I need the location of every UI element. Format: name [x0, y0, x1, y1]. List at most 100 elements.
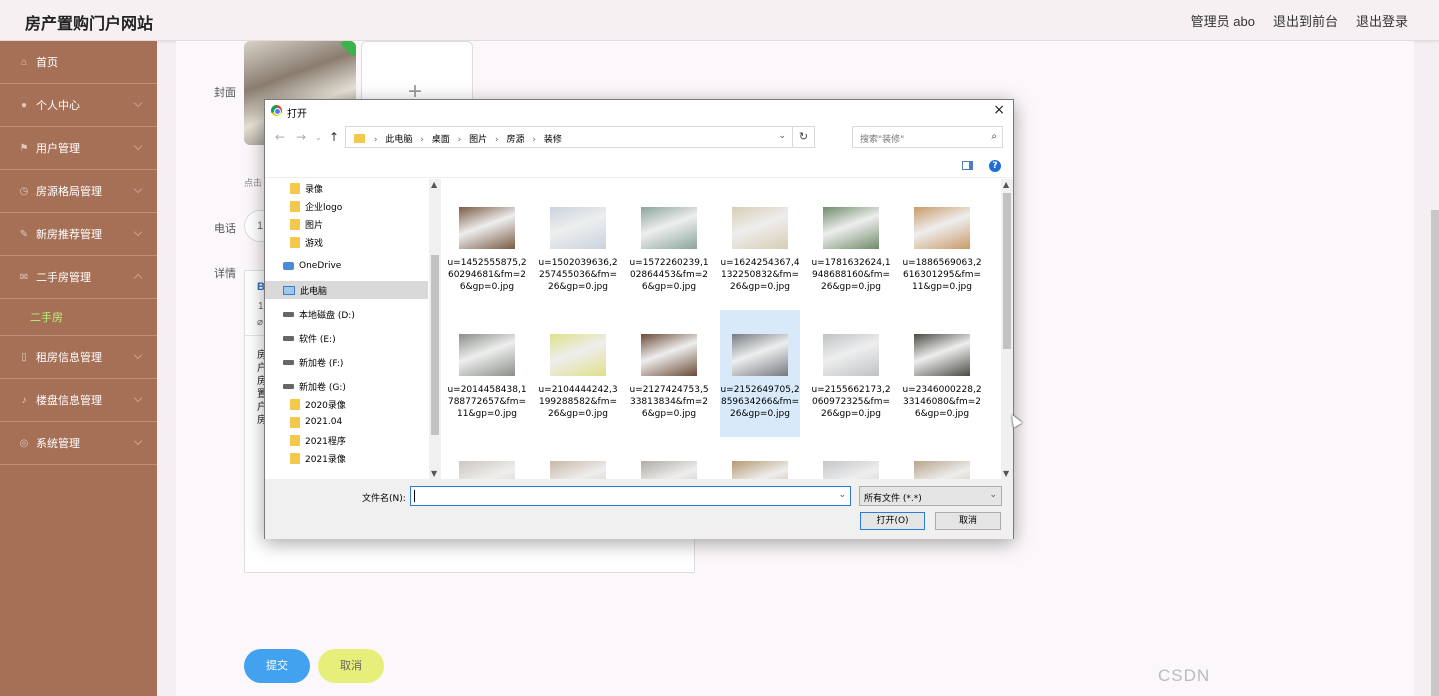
folder-tree: 录像 企业logo 图片 游戏 OneDrive 此电脑本地磁盘 (D:) 软件 (E:) 新… — [265, 179, 441, 479]
refresh-icon[interactable]: ↻ — [792, 127, 814, 147]
link-icon[interactable]: ⌀ — [257, 317, 263, 328]
page-scrollbar[interactable] — [1431, 210, 1439, 696]
scroll-thumb[interactable] — [1003, 193, 1011, 349]
tree-item[interactable]: OneDrive — [265, 257, 428, 275]
chrome-icon — [271, 105, 282, 116]
edit-icon: ✎ — [19, 228, 29, 240]
tree-item[interactable]: 软件 (E:) — [265, 329, 428, 347]
file-open-dialog: 打开 × ← → ⌄ ↑ › 此电脑 › 桌面 › 图片 › 房源 › 装修 ⌄… — [264, 99, 1023, 539]
to-frontend-link[interactable]: 退出到前台 — [1273, 11, 1338, 30]
file-tile[interactable]: u=2155662173,2060972325&fm=26&gp=0.jpg — [811, 310, 891, 437]
breadcrumb-item[interactable]: 房源 — [506, 135, 524, 145]
grid-scrollbar[interactable]: ▲ ▼ — [1001, 179, 1013, 479]
tree-item[interactable]: 2021程序 — [265, 431, 428, 449]
tree-item[interactable]: 本地磁盘 (D:) — [265, 305, 428, 323]
tree-item-label: 此电脑 — [300, 286, 328, 297]
tree-item[interactable]: 录像 — [265, 179, 428, 197]
sidebar-item-home[interactable]: ⌂ 首页 — [0, 41, 157, 84]
tree-item[interactable]: 新加卷 (G:) — [265, 377, 428, 395]
help-icon[interactable]: ? — [989, 160, 1001, 172]
sidebar-item-profile[interactable]: ● 个人中心 — [0, 84, 157, 127]
chevron-down-icon[interactable]: ⌄ — [315, 133, 322, 142]
filename-input[interactable]: ⌄ — [410, 486, 851, 506]
search-input[interactable]: 搜索"装修" ⌕ — [852, 126, 1003, 148]
dialog-titlebar[interactable]: 打开 × — [265, 100, 1013, 122]
file-thumbnail — [732, 207, 788, 249]
dialog-footer: 文件名(N): ⌄ 所有文件 (*.*) ⌄ 打开(O) 取消 — [265, 479, 1013, 539]
drive-icon — [283, 311, 294, 317]
file-tile[interactable] — [720, 437, 800, 479]
submit-button[interactable]: 提交 — [244, 649, 310, 683]
file-tile[interactable]: u=1572260239,102864453&fm=26&gp=0.jpg — [629, 183, 709, 310]
sidebar-item-estates[interactable]: ♪ 楼盘信息管理 — [0, 379, 157, 422]
chevron-down-icon — [133, 98, 143, 108]
file-tile[interactable]: u=2346000228,233146080&fm=26&gp=0.jpg — [902, 310, 982, 437]
tree-item[interactable]: 图片 — [265, 215, 428, 233]
breadcrumb-separator-icon: › — [373, 135, 378, 145]
file-tile[interactable] — [447, 437, 527, 479]
phone-icon: ▯ — [21, 351, 27, 363]
file-tile[interactable]: u=2104444242,3199288582&fm=26&gp=0.jpg — [538, 310, 618, 437]
preview-pane-icon[interactable] — [962, 161, 973, 170]
tree-item-label: OneDrive — [299, 261, 342, 271]
breadcrumb-item[interactable]: 装修 — [544, 135, 562, 145]
tree-item[interactable]: 2021录像 — [265, 449, 428, 467]
address-bar[interactable]: › 此电脑 › 桌面 › 图片 › 房源 › 装修 ⌄ ↻ — [345, 126, 815, 148]
file-tile[interactable]: u=2152649705,2859634266&fm=26&gp=0.jpg — [720, 310, 800, 437]
sidebar-item-users[interactable]: ⚑ 用户管理 — [0, 127, 157, 170]
open-button[interactable]: 打开(O) — [860, 512, 925, 530]
clock-icon: ◷ — [19, 185, 29, 197]
breadcrumb-item[interactable]: 桌面 — [432, 135, 450, 145]
tree-item[interactable]: 游戏 — [265, 233, 428, 251]
scroll-thumb[interactable] — [431, 255, 439, 435]
chevron-up-icon[interactable]: ▲ — [1003, 180, 1009, 189]
file-name: u=1502039636,2257455036&fm=26&gp=0.jpg — [538, 258, 618, 292]
file-tile[interactable] — [902, 437, 982, 479]
file-tile[interactable]: u=1502039636,2257455036&fm=26&gp=0.jpg — [538, 183, 618, 310]
tree-item[interactable]: 企业logo — [265, 197, 428, 215]
breadcrumb-item[interactable]: 图片 — [469, 135, 487, 145]
chevron-down-icon: ⌄ — [989, 490, 997, 500]
file-tile[interactable] — [811, 437, 891, 479]
file-tile[interactable]: u=2014458438,1788772657&fm=11&gp=0.jpg — [447, 310, 527, 437]
file-thumbnail — [914, 207, 970, 249]
file-tile[interactable]: u=1624254367,4132250832&fm=26&gp=0.jpg — [720, 183, 800, 310]
dialog-cancel-button[interactable]: 取消 — [935, 512, 1001, 530]
breadcrumb-item[interactable]: 此电脑 — [385, 135, 412, 145]
chevron-down-icon[interactable]: ▼ — [431, 469, 437, 478]
sidebar-item-new-homes[interactable]: ✎ 新房推荐管理 — [0, 213, 157, 256]
chevron-down-icon[interactable]: ⌄ — [838, 490, 846, 500]
tree-item-label: 软件 (E:) — [299, 334, 336, 345]
sidebar-subitem-second-hand[interactable]: 二手房 — [0, 299, 157, 336]
filetype-select[interactable]: 所有文件 (*.*) ⌄ — [859, 486, 1002, 506]
forward-arrow-icon[interactable]: → — [296, 130, 306, 144]
tree-item[interactable]: 新加卷 (F:) — [265, 353, 428, 371]
sidebar-item-second-hand[interactable]: ✉ 二手房管理 — [0, 256, 157, 299]
sidebar-item-layouts[interactable]: ◷ 房源格局管理 — [0, 170, 157, 213]
file-name: u=2152649705,2859634266&fm=26&gp=0.jpg — [720, 385, 800, 419]
admin-user-label[interactable]: 管理员 abo — [1191, 11, 1255, 30]
file-tile[interactable]: u=2127424753,533813834&fm=26&gp=0.jpg — [629, 310, 709, 437]
file-thumbnail — [823, 207, 879, 249]
logout-link[interactable]: 退出登录 — [1356, 11, 1408, 30]
up-arrow-icon[interactable]: ↑ — [329, 130, 339, 144]
tree-item[interactable]: 2020录像 — [265, 395, 428, 413]
file-tile[interactable]: u=1886569063,2616301295&fm=11&gp=0.jpg — [902, 183, 982, 310]
chevron-up-icon[interactable]: ▲ — [431, 180, 437, 189]
chevron-down-icon[interactable]: ▼ — [1003, 469, 1009, 478]
file-tile[interactable] — [538, 437, 618, 479]
tree-scrollbar[interactable]: ▲ ▼ — [429, 179, 441, 479]
sidebar-item-system[interactable]: ◎ 系统管理 — [0, 422, 157, 465]
back-arrow-icon[interactable]: ← — [275, 130, 285, 144]
chevron-down-icon[interactable]: ⌄ — [778, 131, 786, 141]
cancel-button[interactable]: 取消 — [318, 649, 384, 683]
editor-toolbar-row[interactable]: 1 — [258, 301, 264, 312]
file-tile[interactable]: u=1452555875,260294681&fm=26&gp=0.jpg — [447, 183, 527, 310]
file-tile[interactable] — [629, 437, 709, 479]
sidebar-item-rental[interactable]: ▯ 租房信息管理 — [0, 336, 157, 379]
chevron-down-icon — [133, 141, 143, 151]
close-icon[interactable]: × — [993, 102, 1005, 118]
tree-item[interactable]: 2021.04 — [265, 413, 428, 431]
file-tile[interactable]: u=1781632624,1948688160&fm=26&gp=0.jpg — [811, 183, 891, 310]
tree-item[interactable]: 此电脑 — [265, 281, 428, 299]
